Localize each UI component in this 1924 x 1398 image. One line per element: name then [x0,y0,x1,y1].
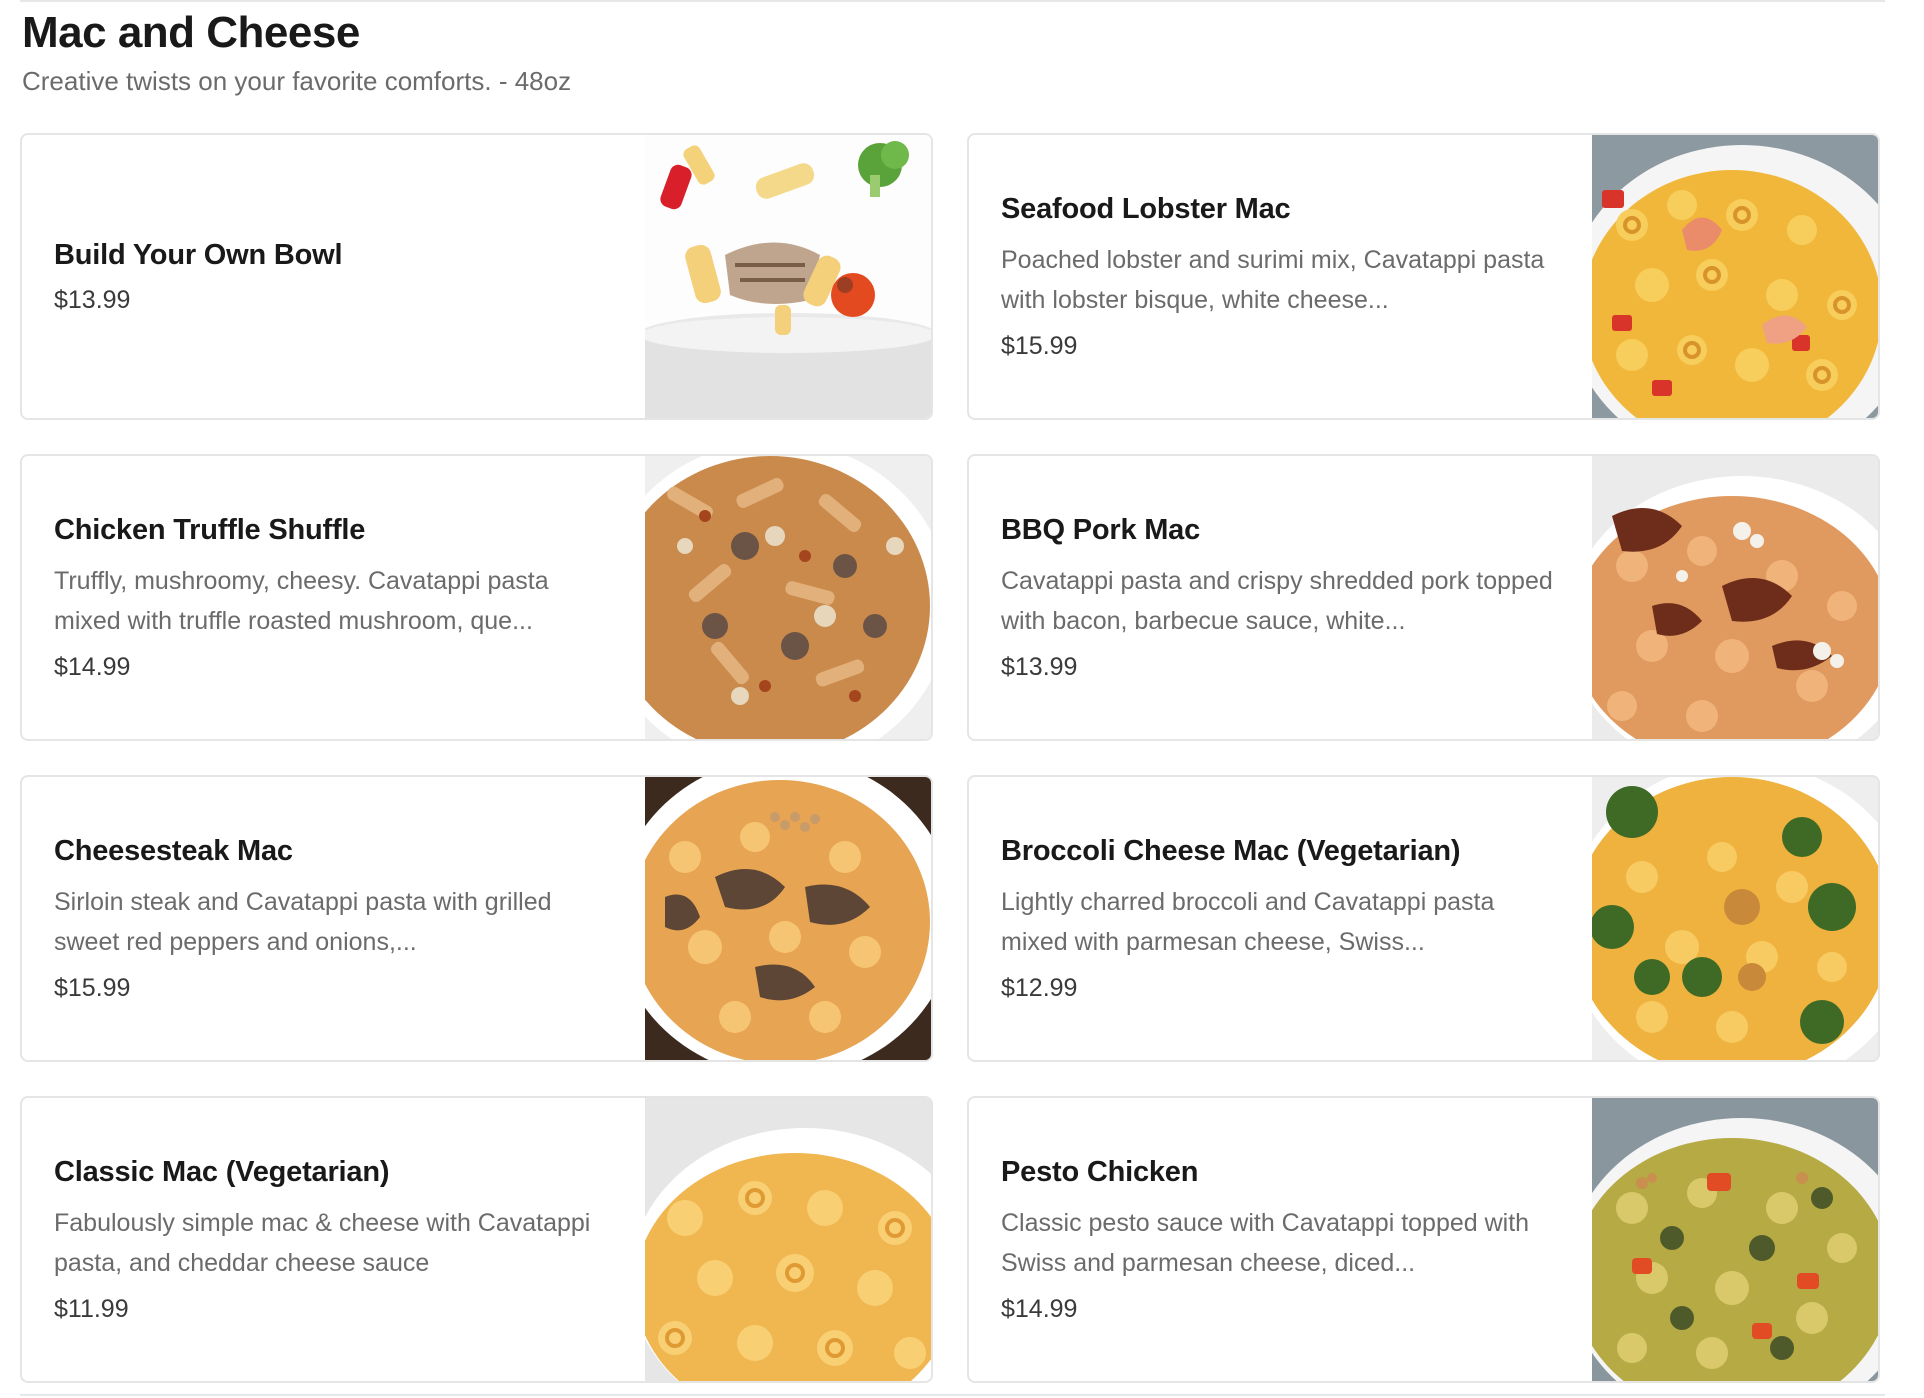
menu-item-text: Broccoli Cheese Mac (Vegetarian) Lightly… [969,777,1579,1060]
menu-item-card[interactable]: Pesto Chicken Classic pesto sauce with C… [967,1096,1880,1383]
menu-item-card[interactable]: Cheesesteak Mac Sirloin steak and Cavata… [20,775,933,1062]
menu-item-price: $15.99 [54,973,131,1002]
menu-item-text: Pesto Chicken Classic pesto sauce with C… [969,1098,1579,1381]
build-your-own-bowl-image [645,135,931,418]
menu-section: Mac and Cheese Creative twists on your f… [0,0,1924,1398]
menu-item-description: Sirloin steak and Cavatappi pasta with g… [54,887,552,956]
menu-item-description: Lightly charred broccoli and Cavatappi p… [1001,887,1495,956]
menu-item-text: Build Your Own Bowl $13.99 [22,135,632,418]
broccoli-cheese-mac-image [1592,777,1878,1060]
menu-item-card[interactable]: Broccoli Cheese Mac (Vegetarian) Lightly… [967,775,1880,1062]
menu-item-text: Chicken Truffle Shuffle Truffly, mushroo… [22,456,632,739]
menu-item-card[interactable]: Seafood Lobster Mac Poached lobster and … [967,133,1880,420]
menu-item-card[interactable]: Build Your Own Bowl $13.99 [20,133,933,420]
menu-item-card[interactable]: Classic Mac (Vegetarian) Fabulously simp… [20,1096,933,1383]
menu-item-description: Classic pesto sauce with Cavatappi toppe… [1001,1208,1530,1277]
menu-item-description: Poached lobster and surimi mix, Cavatapp… [1001,245,1545,314]
menu-item-price: $12.99 [1001,973,1078,1002]
menu-item-text: Seafood Lobster Mac Poached lobster and … [969,135,1579,418]
menu-item-description: Fabulously simple mac & cheese with Cava… [54,1208,591,1277]
section-title: Mac and Cheese [22,8,360,57]
top-divider [20,0,1885,2]
menu-item-card[interactable]: Chicken Truffle Shuffle Truffly, mushroo… [20,454,933,741]
section-subtitle: Creative twists on your favorite comfort… [22,66,572,96]
menu-item-name: Seafood Lobster Mac [1001,192,1291,225]
seafood-lobster-mac-image [1592,135,1878,418]
menu-item-name: Build Your Own Bowl [54,238,343,271]
classic-mac-image [645,1098,931,1381]
menu-item-name: Cheesesteak Mac [54,834,293,867]
menu-item-name: Chicken Truffle Shuffle [54,513,366,546]
menu-item-card[interactable]: BBQ Pork Mac Cavatappi pasta and crispy … [967,454,1880,741]
menu-item-name: Classic Mac (Vegetarian) [54,1155,390,1188]
pesto-chicken-image [1592,1098,1878,1381]
menu-item-price: $14.99 [54,652,131,681]
menu-item-price: $15.99 [1001,331,1078,360]
menu-item-price: $13.99 [54,285,131,314]
menu-item-text: Cheesesteak Mac Sirloin steak and Cavata… [22,777,632,1060]
menu-item-price: $13.99 [1001,652,1078,681]
menu-grid: Build Your Own Bowl $13.99 Seafood Lobst… [20,133,1880,1383]
menu-item-description: Truffly, mushroomy, cheesy. Cavatappi pa… [54,566,549,635]
chicken-truffle-shuffle-image [645,456,931,739]
menu-item-price: $14.99 [1001,1294,1078,1323]
menu-item-text: BBQ Pork Mac Cavatappi pasta and crispy … [969,456,1579,739]
menu-item-name: Pesto Chicken [1001,1155,1199,1188]
menu-item-price: $11.99 [54,1294,129,1323]
menu-item-name: BBQ Pork Mac [1001,513,1201,546]
cheesesteak-mac-image [645,777,931,1060]
menu-item-description: Cavatappi pasta and crispy shredded pork… [1001,566,1553,635]
menu-item-name: Broccoli Cheese Mac (Vegetarian) [1001,834,1461,867]
bottom-divider [20,1394,1885,1396]
menu-item-text: Classic Mac (Vegetarian) Fabulously simp… [22,1098,632,1381]
bbq-pork-mac-image [1592,456,1878,739]
